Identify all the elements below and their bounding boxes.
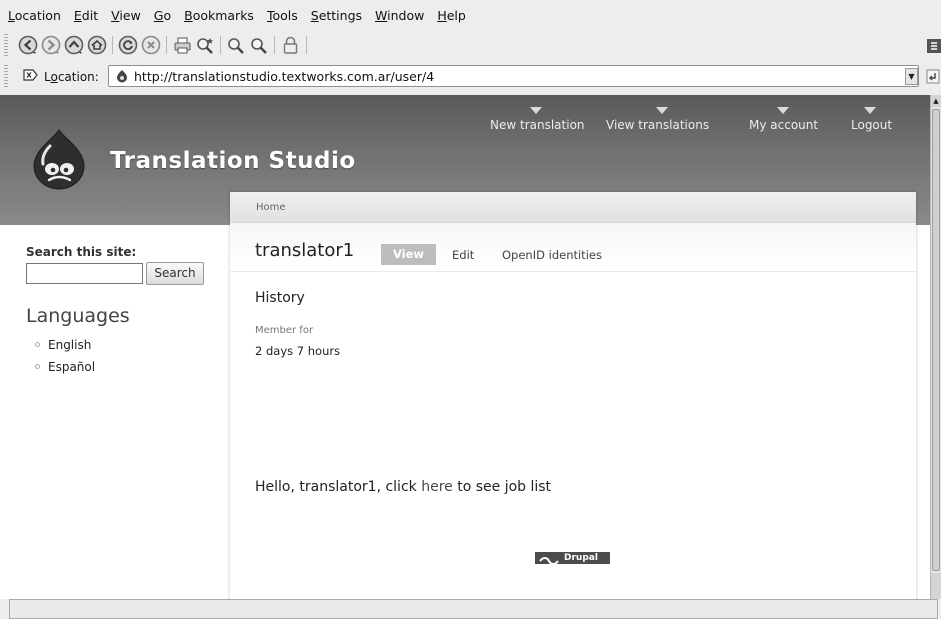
nav-my-account[interactable]: My account (749, 118, 818, 132)
menu-help[interactable]: Help (437, 8, 466, 23)
nav-view-translations[interactable]: View translations (606, 118, 709, 132)
url-input[interactable]: http://translationstudio.textworks.com.a… (108, 65, 919, 87)
nav-notch (777, 107, 789, 114)
toolbar-separator (220, 36, 221, 54)
toolbar-separator (274, 36, 275, 54)
job-list-link[interactable]: here (421, 479, 453, 495)
toolbar-grip[interactable] (4, 34, 8, 56)
site-favicon-icon (115, 69, 129, 83)
tab-view[interactable]: View (381, 244, 436, 265)
clear-location-icon[interactable] (23, 68, 38, 82)
status-bar (0, 599, 941, 619)
tab-openid-identities[interactable]: OpenID identities (502, 248, 602, 262)
scroll-down-arrows-icon[interactable] (931, 573, 941, 599)
language-espanol-link[interactable]: Español (35, 360, 96, 374)
languages-heading: Languages (26, 305, 130, 327)
location-label: Location: (44, 70, 99, 84)
status-text-field (9, 599, 938, 619)
nav-new-translation[interactable]: New translation (490, 118, 585, 132)
language-english-link[interactable]: English (35, 338, 92, 352)
language-label: English (48, 338, 92, 352)
nav-notch (656, 107, 668, 114)
menu-bar: Location Edit View Go Bookmarks Tools Se… (0, 0, 941, 30)
zoom-in-icon[interactable] (226, 35, 247, 56)
scroll-up-arrow-icon[interactable]: ▲ (931, 95, 941, 107)
nav-notch (530, 107, 542, 114)
browser-chrome: Location Edit View Go Bookmarks Tools Se… (0, 0, 941, 95)
url-text: http://translationstudio.textworks.com.a… (134, 69, 435, 84)
title-area: translator1 View Edit OpenID identities (230, 223, 916, 272)
nav-logout[interactable]: Logout (851, 118, 892, 132)
breadcrumb-home[interactable]: Home (256, 202, 286, 213)
zoom-out-icon[interactable] (249, 35, 270, 56)
search-input[interactable] (26, 263, 143, 284)
vertical-scrollbar[interactable]: ▲ (930, 95, 941, 599)
throbber-icon (925, 35, 941, 56)
breadcrumb-bar: Home (230, 192, 916, 223)
page-viewport: Translation Studio New translation View … (0, 95, 930, 599)
menu-tools[interactable]: Tools (267, 8, 298, 23)
member-for-value: 2 days 7 hours (255, 344, 341, 358)
menu-window[interactable]: Window (375, 8, 424, 23)
search-button[interactable]: Search (146, 262, 204, 285)
menu-settings[interactable]: Settings (311, 8, 362, 23)
welcome-message: Hello, translator1, click here to see jo… (255, 479, 552, 495)
bullet-icon (35, 342, 40, 347)
history-heading: History (255, 290, 305, 306)
drupal-logo-icon[interactable] (30, 128, 88, 190)
bullet-icon (35, 364, 40, 369)
forward-icon[interactable] (41, 35, 62, 56)
stop-icon[interactable] (141, 35, 162, 56)
toolbar-separator (306, 36, 307, 54)
powered-by-drupal-badge[interactable]: Drupal (535, 552, 610, 565)
url-history-dropdown[interactable]: ▼ (905, 68, 918, 85)
up-icon[interactable] (64, 35, 85, 56)
location-toolbar: Location: http://translationstudio.textw… (0, 63, 941, 91)
powered-by-label: Drupal (564, 553, 598, 563)
reload-icon[interactable] (118, 35, 139, 56)
print-icon[interactable] (172, 35, 193, 56)
scrollbar-thumb[interactable] (932, 109, 940, 571)
tab-edit[interactable]: Edit (452, 248, 474, 262)
page-title: translator1 (255, 240, 355, 261)
toolbar-separator (112, 36, 113, 54)
toolbar-grip[interactable] (4, 65, 8, 87)
menu-edit[interactable]: Edit (74, 8, 98, 23)
menu-bookmarks[interactable]: Bookmarks (184, 8, 254, 23)
toolbar-separator (166, 36, 167, 54)
menu-go[interactable]: Go (154, 8, 171, 23)
menu-view[interactable]: View (111, 8, 141, 23)
left-sidebar: Search this site: Search Languages Engli… (0, 225, 230, 599)
main-toolbar (0, 30, 941, 60)
site-name[interactable]: Translation Studio (110, 148, 356, 174)
back-icon[interactable] (18, 35, 39, 56)
go-icon[interactable] (925, 68, 941, 85)
find-icon[interactable] (195, 35, 216, 56)
drupal-drop-icon (539, 554, 559, 565)
search-label: Search this site: (26, 245, 137, 259)
nav-notch (864, 107, 876, 114)
menu-location[interactable]: Location (8, 8, 61, 23)
home-icon[interactable] (87, 35, 108, 56)
security-lock-icon[interactable] (280, 35, 301, 56)
member-for-label: Member for (255, 325, 314, 336)
main-content: Home translator1 View Edit OpenID identi… (230, 192, 916, 599)
language-label: Español (48, 360, 96, 374)
